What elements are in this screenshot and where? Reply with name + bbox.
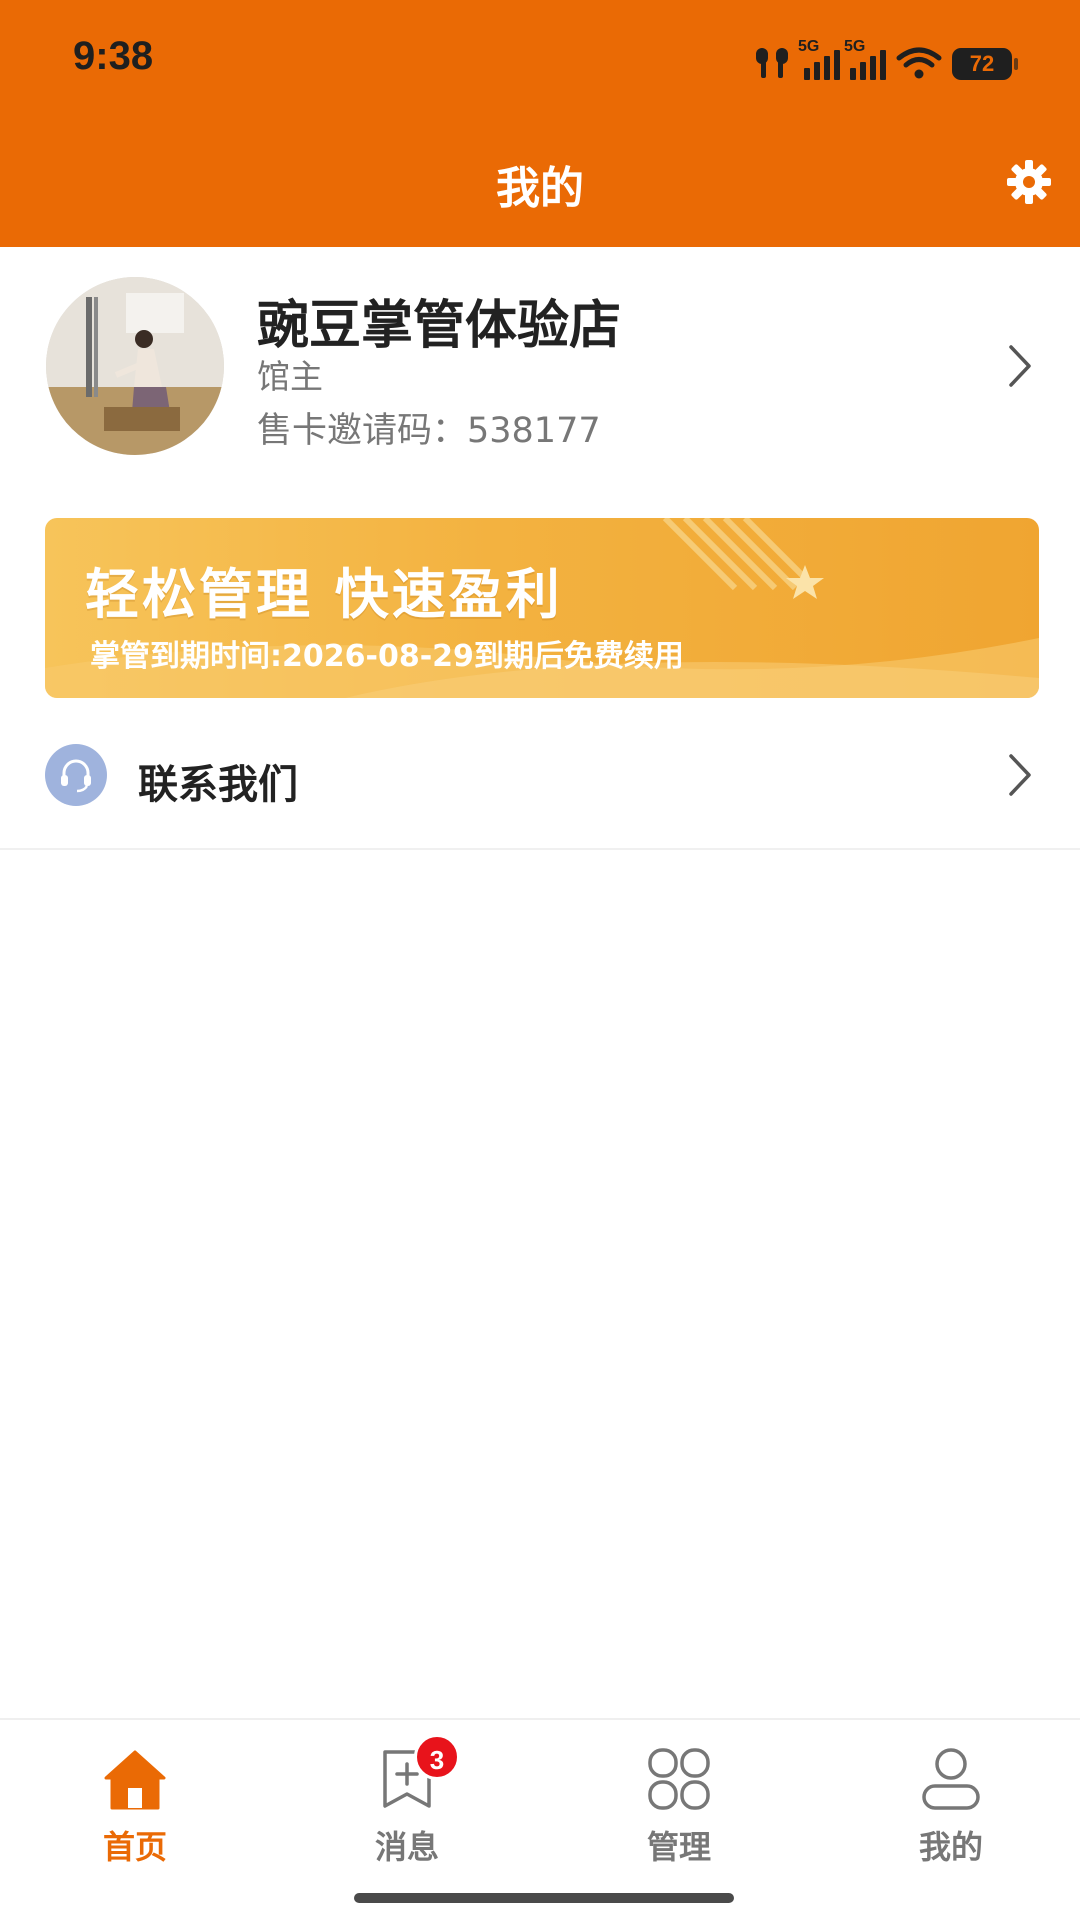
tab-label: 消息 <box>374 1828 439 1866</box>
settings-button[interactable] <box>1002 155 1056 209</box>
chevron-right-icon <box>1009 345 1031 387</box>
tab-label: 首页 <box>102 1828 167 1866</box>
battery-icon: 72 <box>952 48 1018 80</box>
contact-us-row[interactable]: 联系我们 <box>0 700 1080 850</box>
unread-badge: 3 <box>414 1734 460 1780</box>
profile-card[interactable]: 豌豆掌管体验店 馆主 售卡邀请码：538177 <box>0 247 1080 487</box>
home-indicator[interactable] <box>354 1893 734 1903</box>
headset-icon <box>45 744 107 806</box>
earbuds-icon <box>756 48 788 78</box>
membership-banner[interactable]: 轻松管理 快速盈利 掌管到期时间:2026-08-29到期后免费续用 <box>45 518 1039 698</box>
chevron-right-icon <box>1009 754 1031 796</box>
role-label: 馆主 <box>257 357 323 396</box>
header-bar: 9:38 5G 5G 72 我的 <box>0 0 1080 247</box>
status-icons: 5G 5G 72 <box>752 38 1018 80</box>
invite-code: 售卡邀请码：538177 <box>257 411 601 451</box>
tab-label: 我的 <box>918 1828 983 1866</box>
tab-mine[interactable]: 我的 <box>871 1744 1031 1874</box>
page-title: 我的 <box>496 163 584 214</box>
cell-signal-icon: 5G <box>798 38 840 80</box>
status-time: 9:38 <box>73 34 154 78</box>
contact-us-label: 联系我们 <box>138 762 298 808</box>
tab-manage[interactable]: 管理 <box>599 1744 759 1874</box>
home-icon <box>100 1744 170 1814</box>
banner-subtitle: 掌管到期时间:2026-08-29到期后免费续用 <box>90 639 684 674</box>
person-icon <box>916 1744 986 1814</box>
avatar[interactable] <box>46 277 224 455</box>
store-name: 豌豆掌管体验店 <box>257 296 622 356</box>
banner-title: 轻松管理 快速盈利 <box>85 563 563 626</box>
cell-signal-icon: 5G <box>844 38 886 80</box>
wifi-icon <box>896 47 942 79</box>
bottom-tab-bar: 首页 3 消息 管理 我的 <box>0 1718 1080 1920</box>
tab-messages[interactable]: 3 消息 <box>327 1734 487 1874</box>
gear-icon <box>1007 160 1051 204</box>
message-icon: 3 <box>372 1734 460 1814</box>
tab-label: 管理 <box>646 1828 711 1866</box>
tab-home[interactable]: 首页 <box>55 1744 215 1874</box>
grid-icon <box>644 1744 714 1814</box>
